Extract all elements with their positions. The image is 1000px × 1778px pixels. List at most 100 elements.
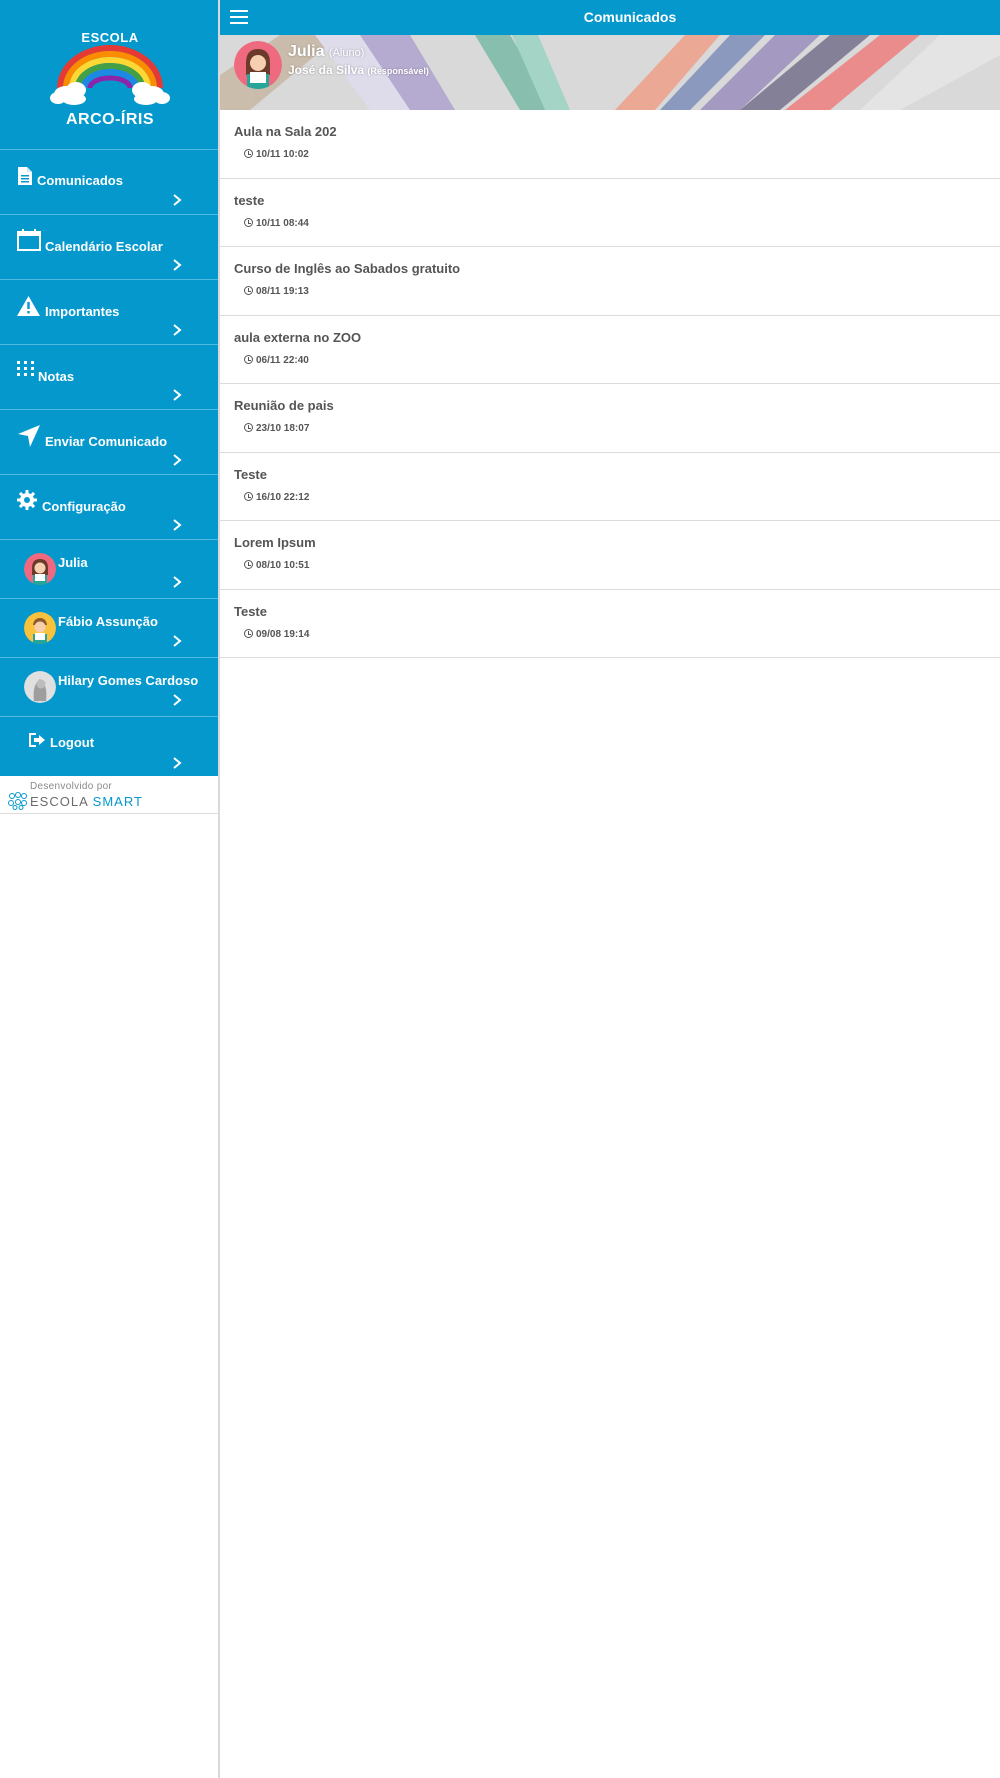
list-item[interactable]: Aula na Sala 202 10/11 10:02: [220, 110, 1000, 179]
clock-icon: [244, 217, 253, 227]
chevron-right-icon: [173, 194, 182, 206]
sidebar-item-notas[interactable]: Notas: [0, 345, 218, 410]
brand-smart: SMART: [92, 794, 143, 809]
notice-time: 08/11 19:13: [244, 286, 309, 297]
grid-icon: [17, 361, 34, 376]
gear-icon: [17, 490, 37, 510]
notice-title: teste: [234, 192, 265, 208]
notice-time: 23/10 18:07: [244, 423, 309, 434]
escola-smart-logo-icon: [8, 792, 27, 810]
school-name-line2: ARCO-ÍRIS: [65, 111, 155, 128]
document-icon: [18, 167, 32, 185]
school-logo: ESCOLA ARCO-ÍRIS: [0, 0, 218, 150]
notice-time: 08/10 10:51: [244, 560, 309, 571]
profile-role: (Aluno): [328, 47, 365, 59]
notice-title: Aula na Sala 202: [234, 124, 337, 139]
avatar: [24, 553, 56, 585]
top-bar: Comunicados: [220, 0, 1000, 35]
sidebar-item-label: Notas: [38, 369, 75, 384]
sidebar-user-label: Hilary Gomes Cardoso: [58, 673, 199, 688]
sidebar-item-enviar-comunicado[interactable]: Enviar Comunicado: [0, 410, 218, 475]
sidebar-user-hilary[interactable]: Hilary Gomes Cardoso: [0, 658, 218, 717]
responsible-name: José da Silva: [288, 63, 365, 77]
chevron-right-icon: [173, 635, 182, 647]
logout-button[interactable]: Logout: [0, 717, 218, 776]
chevron-right-icon: [173, 757, 182, 769]
notice-time-text: 06/11 22:40: [256, 354, 309, 366]
chevron-right-icon: [173, 454, 182, 466]
sidebar-item-calendario[interactable]: Calendário Escolar: [0, 215, 218, 280]
notice-time-text: 08/11 19:13: [256, 286, 309, 297]
notice-time-text: 10/11 08:44: [256, 217, 309, 229]
notice-time-text: 09/08 19:14: [256, 628, 310, 640]
notice-title: Teste: [234, 466, 267, 482]
sidebar-item-comunicados[interactable]: Comunicados: [0, 150, 218, 215]
page-title: Comunicados: [583, 9, 677, 25]
list-item[interactable]: Curso de Inglês ao Sabados gratuito 08/1…: [220, 247, 1000, 316]
chevron-right-icon: [173, 259, 182, 271]
notice-time: 16/10 22:12: [244, 491, 310, 503]
sidebar-user-fabio[interactable]: Fábio Assunção: [0, 599, 218, 658]
sidebar-user-label: Fábio Assunção: [58, 614, 158, 629]
chevron-right-icon: [173, 576, 182, 588]
rainbow-logo-icon: [50, 45, 170, 105]
notices-list: Aula na Sala 202 10/11 10:02 teste 10/11…: [220, 110, 1000, 658]
developed-by-text: Desenvolvido por: [30, 781, 113, 792]
warning-icon: [17, 296, 40, 316]
notice-time-text: 10/11 10:02: [256, 149, 309, 160]
responsible-role: (Responsável): [367, 66, 429, 76]
notice-time-text: 08/10 10:51: [256, 560, 310, 571]
chevron-right-icon: [173, 519, 182, 531]
profile-avatar: [234, 41, 282, 89]
profile-name: Julia (Aluno): [288, 43, 364, 61]
profile-name-text: Julia: [288, 43, 325, 60]
sidebar-item-label: Calendário Escolar: [45, 239, 163, 254]
notice-title: aula externa no ZOO: [234, 329, 362, 345]
list-item[interactable]: Teste 09/08 19:14: [220, 589, 1000, 658]
list-item[interactable]: aula externa no ZOO 06/11 22:40: [220, 315, 1000, 384]
send-icon: [18, 425, 40, 447]
sidebar-item-label: Importantes: [45, 304, 120, 319]
list-item[interactable]: Teste 16/10 22:12: [220, 452, 1000, 521]
sidebar-item-label: Enviar Comunicado: [45, 434, 168, 449]
notice-title: Lorem Ipsum: [234, 535, 316, 550]
clock-icon: [244, 423, 253, 432]
list-item[interactable]: teste 10/11 08:44: [220, 178, 1000, 247]
sidebar-item-label: Comunicados: [37, 173, 123, 188]
list-item[interactable]: Lorem Ipsum 08/10 10:51: [220, 521, 1000, 590]
brand-escola: ESCOLA: [30, 794, 89, 809]
notice-title: Curso de Inglês ao Sabados gratuito: [234, 261, 461, 276]
avatar: [24, 671, 56, 703]
logout-label: Logout: [50, 735, 95, 750]
developer-credit: Desenvolvido por ESCOLA SMART: [0, 776, 218, 814]
sidebar-item-importantes[interactable]: Importantes: [0, 280, 218, 345]
notice-time-text: 16/10 22:12: [256, 491, 310, 503]
notice-title: Reunião de pais: [234, 398, 334, 413]
sidebar: ESCOLA ARCO-ÍRIS Comunicados Calendário …: [0, 0, 220, 1778]
clock-icon: [244, 628, 253, 638]
calendar-icon: [17, 229, 41, 251]
profile-responsible: José da Silva (Responsável): [288, 63, 429, 77]
clock-icon: [244, 491, 253, 501]
notice-time: 09/08 19:14: [244, 628, 310, 640]
sidebar-user-julia[interactable]: Julia: [0, 540, 218, 599]
avatar: [24, 612, 56, 644]
chevron-right-icon: [173, 694, 182, 706]
sidebar-item-label: Configuração: [42, 499, 126, 514]
sidebar-user-label: Julia: [58, 555, 88, 570]
sidebar-item-configuracao[interactable]: Configuração: [0, 475, 218, 540]
app: ESCOLA ARCO-ÍRIS Comunicados Calendário …: [0, 0, 1000, 1778]
clock-icon: [244, 149, 253, 158]
notice-time: 06/11 22:40: [244, 354, 309, 366]
notice-title: Teste: [234, 603, 267, 619]
clock-icon: [244, 560, 253, 569]
logout-icon: [29, 733, 45, 747]
notice-time: 10/11 10:02: [244, 149, 309, 160]
notice-time-text: 23/10 18:07: [256, 423, 310, 434]
profile-banner: Julia (Aluno) José da Silva (Responsável…: [220, 35, 1000, 110]
clock-icon: [244, 354, 253, 364]
clock-icon: [244, 286, 253, 295]
chevron-right-icon: [173, 324, 182, 336]
escola-smart-brand: ESCOLA SMART: [30, 794, 143, 809]
list-item[interactable]: Reunião de pais 23/10 18:07: [220, 384, 1000, 453]
